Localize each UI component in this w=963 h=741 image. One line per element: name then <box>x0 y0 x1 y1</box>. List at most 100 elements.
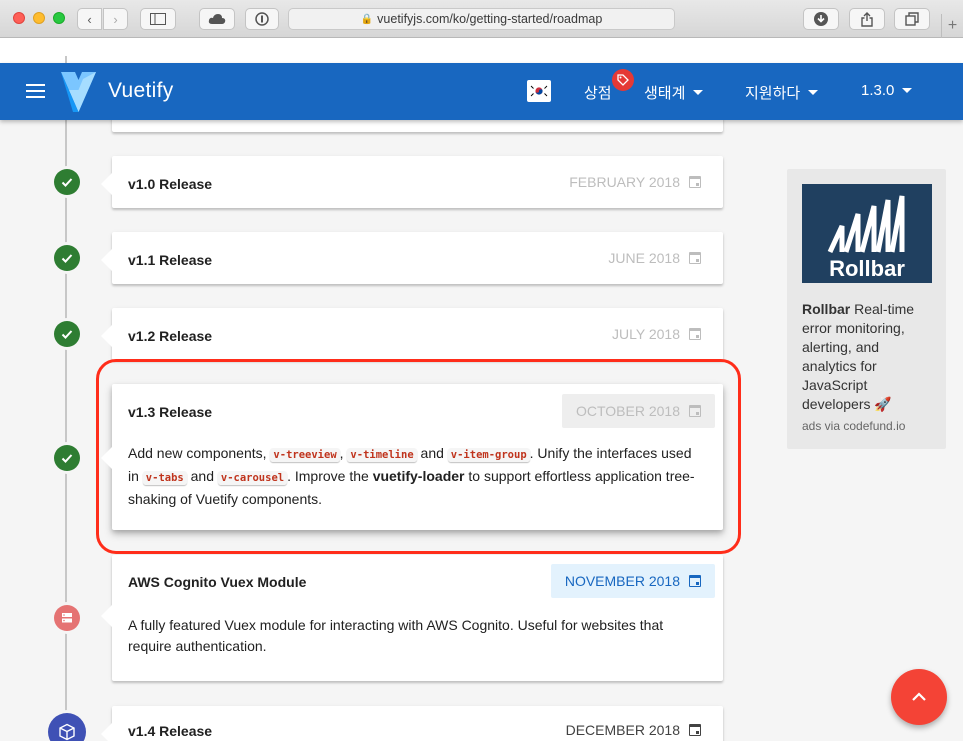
card-description: A fully featured Vuex module for interac… <box>128 617 664 654</box>
timeline-card: v1.1 Release JUNE 2018 <box>101 232 723 284</box>
rollbar-logo[interactable]: Rollbar <box>802 184 932 283</box>
body-text: Add new components, <box>128 445 271 461</box>
cloud-icon <box>208 14 226 24</box>
lock-icon: 🔒 <box>360 13 374 25</box>
minimize-window-button[interactable] <box>33 12 45 24</box>
calendar-icon <box>689 575 701 587</box>
rollbar-logo-text: Rollbar <box>829 256 905 281</box>
new-tab-button[interactable]: + <box>941 14 963 38</box>
tabs-icon <box>905 12 919 26</box>
icloud-button[interactable] <box>199 8 235 30</box>
address-bar[interactable]: 🔒 vuetifyjs.com/ko/getting-started/roadm… <box>288 8 675 30</box>
card-title: v1.1 Release <box>128 252 213 268</box>
chevron-down-icon <box>808 90 819 95</box>
check-icon <box>54 169 80 195</box>
calendar-icon <box>689 405 701 417</box>
download-icon <box>814 12 828 26</box>
page-top-strip <box>0 38 963 63</box>
sponsor-ad[interactable]: Rollbar Rollbar Real-time error monitori… <box>787 169 946 449</box>
check-icon <box>54 321 80 347</box>
support-label: 지원하다 <box>745 85 801 102</box>
chevron-right-icon: › <box>113 11 118 27</box>
ad-brand: Rollbar <box>802 301 851 317</box>
date-text: JUNE 2018 <box>608 250 680 266</box>
brand-title[interactable]: Vuetify <box>108 79 174 103</box>
store-label: 상점 <box>584 85 612 102</box>
code-v-tabs: v-tabs <box>142 471 187 485</box>
body-text: . Improve the <box>287 468 373 484</box>
body-text: and <box>416 445 448 461</box>
forward-button[interactable]: › <box>103 8 128 30</box>
menu-icon[interactable] <box>26 84 45 98</box>
password-manager-icon <box>255 12 269 26</box>
chevron-up-icon <box>912 692 926 701</box>
ad-text: Real-time error monitoring, alerting, an… <box>802 301 915 412</box>
date-chip: FEBRUARY 2018 <box>555 165 715 199</box>
body-text: and <box>186 468 218 484</box>
code-v-item-group: v-item-group <box>447 448 530 462</box>
share-icon <box>861 11 873 27</box>
timeline-card: v1.2 Release JULY 2018 <box>101 308 723 360</box>
date-text: NOVEMBER 2018 <box>564 573 680 589</box>
date-text: FEBRUARY 2018 <box>569 174 680 190</box>
server-icon <box>54 605 80 631</box>
date-chip: JULY 2018 <box>598 317 715 351</box>
store-link[interactable]: 상점 <box>584 82 612 103</box>
timeline-card: AWS Cognito Vuex Module NOVEMBER 2018 A … <box>101 555 723 681</box>
date-chip: JUNE 2018 <box>594 241 715 275</box>
sidebar-toggle-button[interactable] <box>140 8 176 30</box>
share-button[interactable] <box>849 8 885 30</box>
package-icon <box>48 713 86 741</box>
date-text: DECEMBER 2018 <box>565 722 680 738</box>
version-menu[interactable]: 1.3.0 <box>861 82 913 99</box>
chevron-down-icon <box>693 90 704 95</box>
browser-toolbar: ‹ › 🔒 vuetifyjs.com/ko/getting-started/r… <box>0 0 963 38</box>
ad-attribution[interactable]: ads via codefund.io <box>802 419 905 433</box>
ad-description[interactable]: Rollbar Real-time error monitoring, aler… <box>802 300 937 414</box>
timeline-card: v1.0 Release FEBRUARY 2018 <box>101 156 723 208</box>
vuetify-logo[interactable] <box>61 72 96 112</box>
code-v-treeview: v-treeview <box>270 448 340 462</box>
ecosystem-menu[interactable]: 생태계 <box>644 82 704 103</box>
timeline-card: v1.4 Release DECEMBER 2018 <box>101 706 723 741</box>
chevron-down-icon <box>902 88 913 93</box>
calendar-icon <box>689 176 701 188</box>
card-description: Add new components, v-treeview, v-timeli… <box>128 443 699 510</box>
sidebar-icon <box>150 13 166 25</box>
support-menu[interactable]: 지원하다 <box>745 82 819 103</box>
card-title: v1.0 Release <box>128 176 213 192</box>
card-title: v1.2 Release <box>128 328 213 344</box>
date-text: JULY 2018 <box>612 326 680 342</box>
bold-vuetify-loader: vuetify-loader <box>372 468 465 484</box>
tag-icon <box>612 69 634 91</box>
version-label: 1.3.0 <box>861 82 895 99</box>
card-title: v1.4 Release <box>128 723 213 739</box>
date-text: OCTOBER 2018 <box>575 403 680 419</box>
timeline-card-highlighted: v1.3 Release OCTOBER 2018 Add new compon… <box>101 384 723 530</box>
calendar-icon <box>689 252 701 264</box>
date-chip: DECEMBER 2018 <box>552 713 715 741</box>
date-chip: NOVEMBER 2018 <box>550 564 715 598</box>
tab-overview-button[interactable] <box>894 8 930 30</box>
timeline-line <box>65 56 67 741</box>
check-icon <box>54 245 80 271</box>
card-title: v1.3 Release <box>128 404 213 420</box>
scroll-to-top-button[interactable] <box>891 669 947 725</box>
code-v-timeline: v-timeline <box>347 448 417 462</box>
app-toolbar: Vuetify 상점 생태계 지원하다 1.3.0 <box>0 63 963 120</box>
calendar-icon <box>689 724 701 736</box>
card-title: AWS Cognito Vuex Module <box>128 574 307 590</box>
korean-flag-icon[interactable] <box>527 80 551 102</box>
date-chip: OCTOBER 2018 <box>561 394 715 428</box>
close-window-button[interactable] <box>13 12 25 24</box>
ecosystem-label: 생태계 <box>644 85 686 102</box>
calendar-icon <box>689 328 701 340</box>
code-v-carousel: v-carousel <box>217 471 288 485</box>
password-manager-button[interactable] <box>245 8 279 30</box>
downloads-button[interactable] <box>803 8 839 30</box>
url-text: vuetifyjs.com/ko/getting-started/roadmap <box>377 12 603 26</box>
zoom-window-button[interactable] <box>53 12 65 24</box>
check-icon <box>54 445 80 471</box>
plus-icon: + <box>947 17 958 34</box>
back-button[interactable]: ‹ <box>77 8 102 30</box>
